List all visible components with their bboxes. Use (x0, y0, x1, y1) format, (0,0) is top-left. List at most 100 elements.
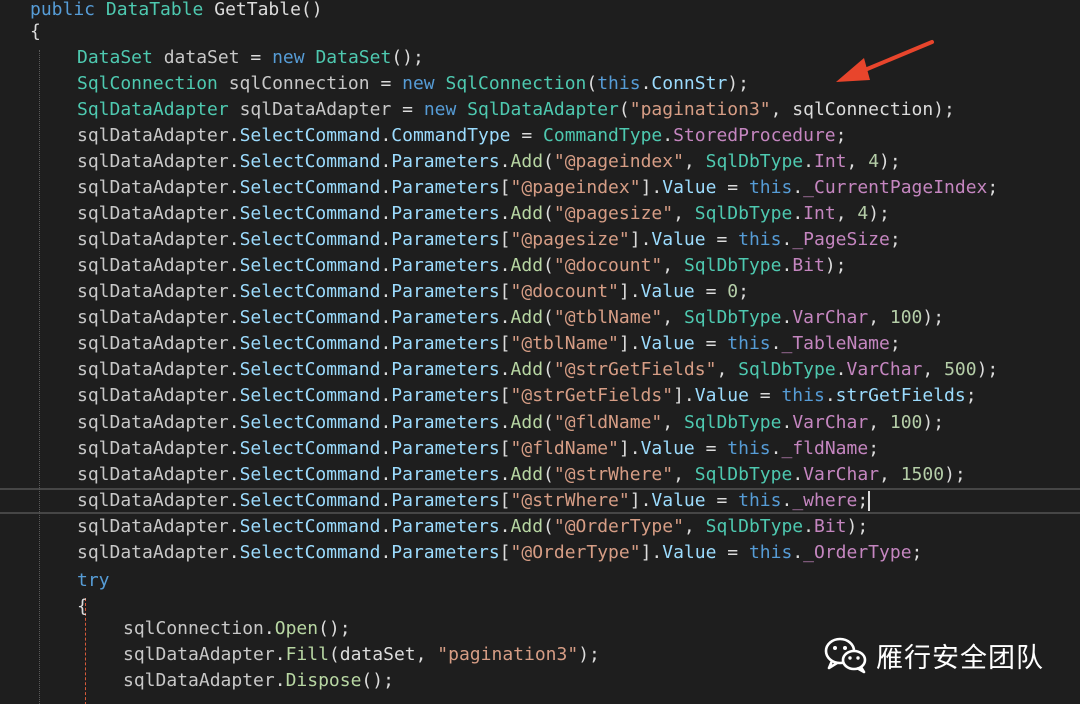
code-token: . (499, 203, 511, 224)
code-token: sqlConnection (123, 618, 264, 639)
code-token: "@pageindex" (553, 151, 684, 172)
code-token: ; (868, 438, 880, 459)
code-token: StoredProcedure (673, 125, 836, 146)
code-token: = (705, 229, 739, 250)
code-line[interactable]: { (30, 19, 41, 45)
code-token: . (228, 516, 240, 537)
code-token: ; (835, 125, 847, 146)
code-token: _TableName (781, 333, 890, 354)
code-editor[interactable]: public DataTable GetTable(){DataSet data… (0, 0, 1080, 704)
code-token: 100 (889, 307, 923, 328)
code-token: this (738, 490, 782, 511)
code-token: . (781, 490, 793, 511)
code-token: sqlDataAdapter (123, 670, 275, 691)
code-line[interactable]: SqlConnection sqlConnection = new SqlCon… (77, 71, 749, 97)
code-token: = (716, 177, 749, 198)
code-token: , (922, 359, 945, 380)
code-line[interactable]: sqlDataAdapter.SelectCommand.Parameters.… (77, 357, 998, 383)
code-line[interactable]: sqlDataAdapter.SelectCommand.Parameters[… (77, 279, 749, 305)
code-line[interactable]: { (77, 594, 88, 620)
code-token: new (402, 73, 446, 94)
code-token: . (274, 644, 286, 665)
code-token: SqlDbType (683, 255, 782, 276)
code-line[interactable]: sqlDataAdapter.SelectCommand.Parameters[… (77, 436, 879, 462)
code-token: ( (543, 203, 554, 224)
code-line[interactable]: sqlDataAdapter.SelectCommand.Parameters.… (77, 253, 847, 279)
code-line[interactable]: public DataTable GetTable() (30, 0, 323, 23)
code-token: = (694, 281, 728, 302)
code-line[interactable]: sqlDataAdapter.SelectCommand.Parameters.… (77, 305, 944, 331)
code-token: ); (879, 151, 901, 172)
code-token: = (716, 542, 749, 563)
code-token: , (846, 151, 869, 172)
code-line[interactable]: sqlDataAdapter.Fill(dataSet, "pagination… (123, 642, 600, 668)
code-token: . (380, 151, 392, 172)
code-token: 500 (944, 359, 977, 380)
code-token: ( (618, 99, 630, 120)
code-token: . (499, 255, 511, 276)
code-token: "@tblName" (510, 333, 619, 354)
code-token: Parameters (391, 307, 500, 328)
code-token: . (640, 73, 652, 94)
code-token: SelectCommand (239, 385, 381, 406)
code-line[interactable]: sqlDataAdapter.SelectCommand.Parameters[… (77, 331, 901, 357)
code-token: "@strWhere" (510, 490, 630, 511)
code-token: this (597, 73, 641, 94)
code-token: , (683, 516, 706, 537)
code-token: "@docount" (510, 281, 619, 302)
code-token: [ (499, 177, 511, 198)
code-token: Parameters (391, 385, 500, 406)
code-token: SelectCommand (239, 438, 381, 459)
code-token: Int (803, 203, 836, 224)
code-token: Add (510, 151, 544, 172)
code-token: . (380, 412, 392, 433)
code-token: . (380, 281, 392, 302)
code-token: sqlDataAdapter (77, 307, 229, 328)
code-token: SqlConnection (445, 73, 587, 94)
code-token: . (781, 255, 793, 276)
code-token: Parameters (391, 542, 500, 563)
code-line[interactable]: sqlDataAdapter.SelectCommand.Parameters.… (77, 149, 901, 175)
code-token: = (694, 333, 728, 354)
code-token: Parameters (391, 281, 500, 302)
code-token: Parameters (391, 490, 500, 511)
code-token: . (824, 385, 836, 406)
code-line[interactable]: sqlDataAdapter.Dispose(); (123, 668, 394, 694)
code-token: Parameters (391, 229, 500, 250)
code-token: , (662, 307, 684, 328)
code-token: . (781, 412, 793, 433)
code-line[interactable]: SqlDataAdapter sqlDataAdapter = new SqlD… (77, 97, 955, 123)
code-line[interactable]: sqlDataAdapter.SelectCommand.Parameters[… (77, 227, 901, 253)
code-token: . (380, 516, 392, 537)
code-token: . (380, 229, 392, 250)
code-line[interactable]: sqlDataAdapter.SelectCommand.Parameters[… (77, 383, 977, 409)
code-token: . (228, 385, 240, 406)
code-token: . (274, 670, 286, 691)
code-token: 4 (868, 151, 880, 172)
code-token: SelectCommand (239, 333, 381, 354)
code-token: sqlDataAdapter (77, 359, 229, 380)
code-line[interactable]: sqlConnection.Open(); (123, 616, 351, 642)
code-line[interactable]: sqlDataAdapter.SelectCommand.Parameters.… (77, 410, 944, 436)
code-token: "pagination3" (437, 644, 579, 665)
code-token: SelectCommand (239, 229, 381, 250)
code-token: "@strGetFields" (510, 385, 674, 406)
code-token: SelectCommand (239, 412, 381, 433)
code-line[interactable]: sqlDataAdapter.SelectCommand.Parameters[… (77, 488, 871, 514)
code-token: [ (499, 490, 511, 511)
code-line[interactable]: DataSet dataSet = new DataSet(); (77, 45, 424, 71)
code-token: , (716, 359, 739, 380)
code-line[interactable]: sqlDataAdapter.SelectCommand.CommandType… (77, 123, 847, 149)
code-token: = (250, 47, 273, 68)
code-token: Open (274, 618, 319, 639)
code-token: new (423, 99, 468, 120)
code-line[interactable]: sqlDataAdapter.SelectCommand.Parameters.… (77, 462, 966, 488)
code-line[interactable]: sqlDataAdapter.SelectCommand.Parameters[… (77, 175, 998, 201)
code-token: [ (499, 385, 511, 406)
code-line[interactable]: sqlDataAdapter.SelectCommand.Parameters.… (77, 514, 868, 540)
code-line[interactable]: sqlDataAdapter.SelectCommand.Parameters.… (77, 201, 890, 227)
code-token: . (499, 464, 511, 485)
code-line[interactable]: sqlDataAdapter.SelectCommand.Parameters[… (77, 540, 922, 566)
code-token: Fill (285, 644, 329, 665)
code-line[interactable]: try (77, 568, 110, 594)
